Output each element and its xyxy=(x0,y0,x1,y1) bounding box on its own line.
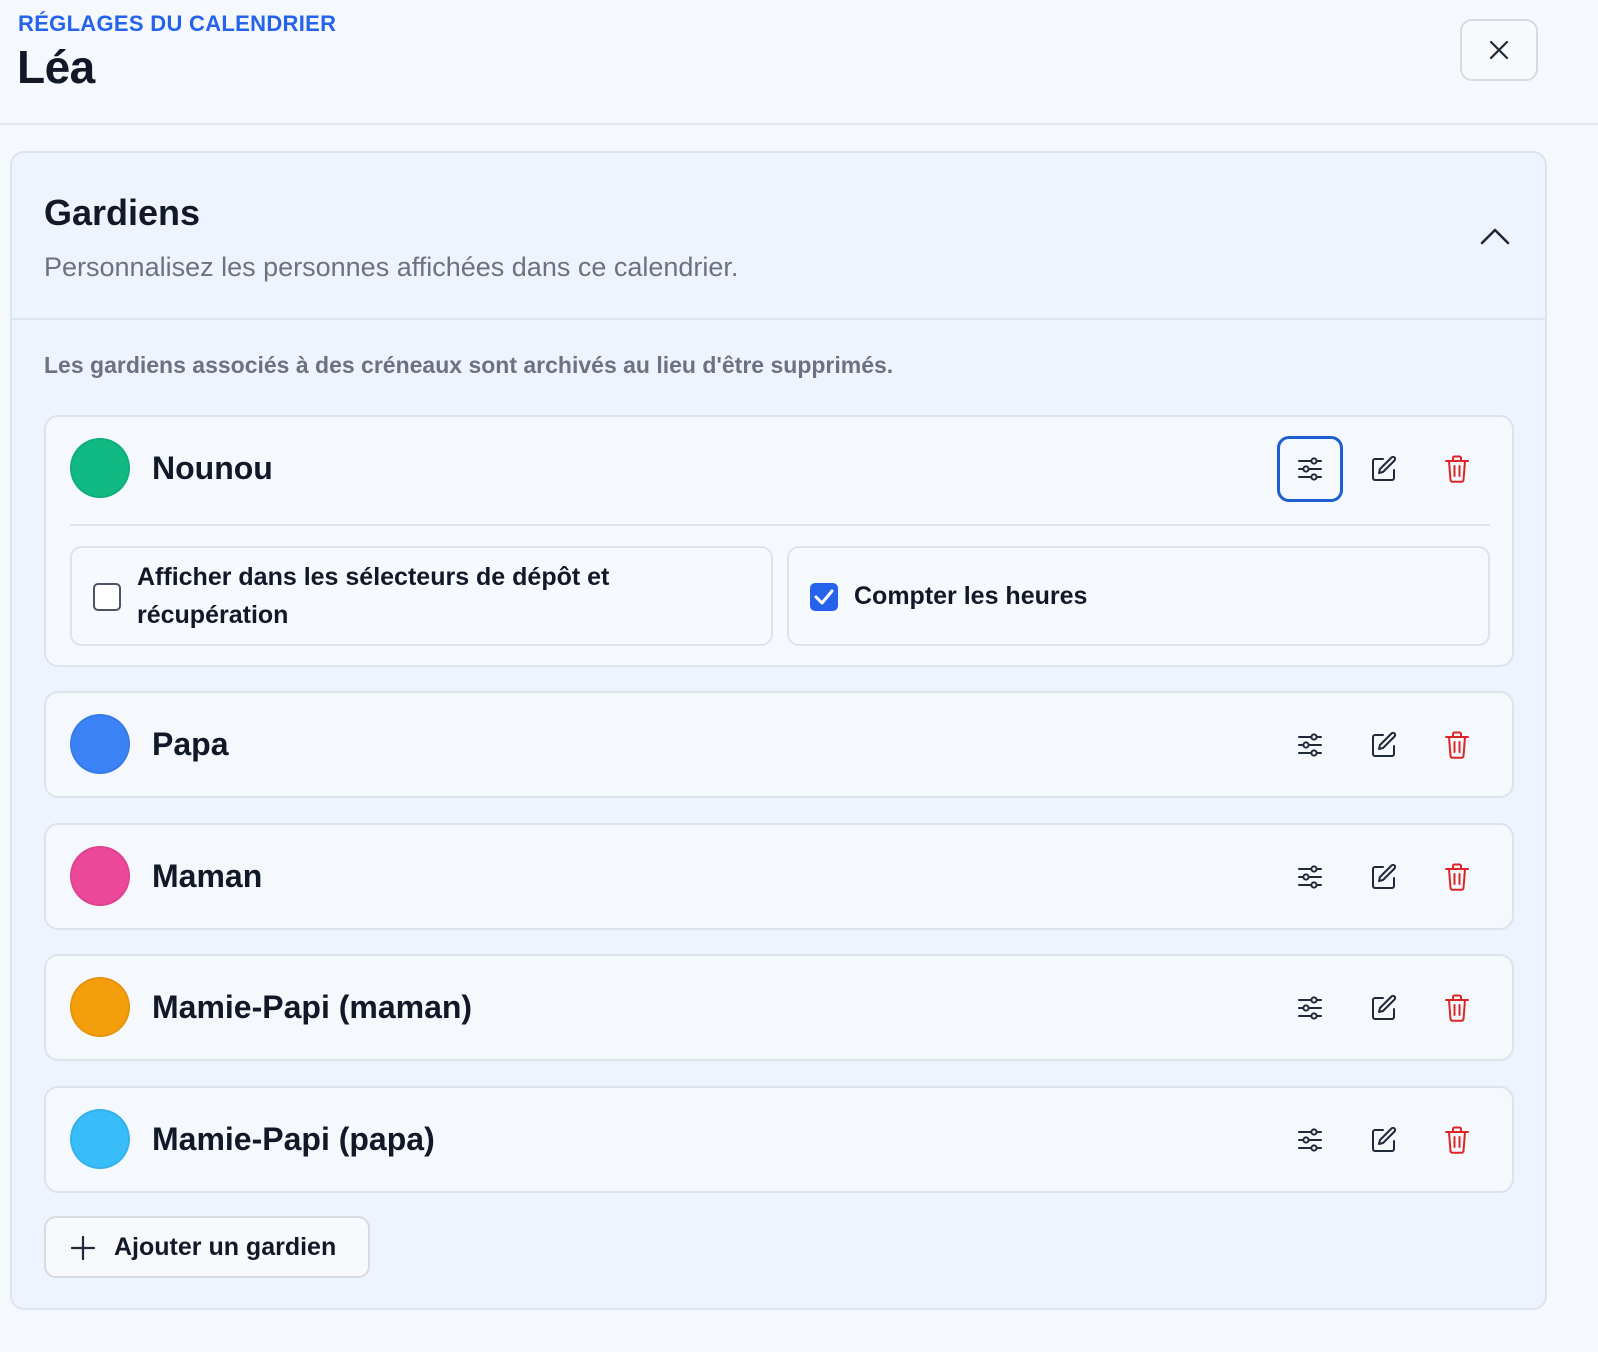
guardian-delete-button[interactable] xyxy=(1424,975,1490,1041)
guardian-color-dot xyxy=(70,1109,130,1169)
sliders-icon xyxy=(1298,996,1322,1020)
guardian-card: Papa xyxy=(44,691,1514,798)
pencil-icon xyxy=(1372,455,1397,481)
guardian-delete-button[interactable] xyxy=(1424,436,1490,502)
guardian-name: Mamie-Papi (maman) xyxy=(152,989,473,1025)
show-in-selectors-checkbox[interactable] xyxy=(93,583,121,611)
page-title: Léa xyxy=(17,41,95,93)
guardian-name: Maman xyxy=(152,858,263,894)
show-in-selectors-label: Afficher dans les sélecteurs de dépôt et… xyxy=(137,563,610,629)
close-button[interactable] xyxy=(1460,19,1538,81)
guardian-settings-button[interactable] xyxy=(1277,844,1343,910)
guardians-section: Gardiens Personnalisez les personnes aff… xyxy=(10,151,1547,1310)
trash-icon xyxy=(1445,1126,1469,1154)
guardian-delete-button[interactable] xyxy=(1424,712,1490,778)
guardian-edit-button[interactable] xyxy=(1351,712,1417,778)
check-icon xyxy=(814,589,834,605)
guardian-color-dot xyxy=(70,714,130,774)
pencil-icon xyxy=(1372,863,1397,889)
guardian-name: Nounou xyxy=(152,450,273,486)
guardian-name: Mamie-Papi (papa) xyxy=(152,1121,435,1157)
pencil-icon xyxy=(1372,994,1397,1020)
guardian-color-dot xyxy=(70,438,130,498)
guardian-edit-button[interactable] xyxy=(1351,975,1417,1041)
guardian-edit-button[interactable] xyxy=(1351,436,1417,502)
guardian-color-dot xyxy=(70,846,130,906)
trash-icon xyxy=(1445,731,1469,759)
trash-icon xyxy=(1445,455,1469,483)
guardian-settings-button[interactable] xyxy=(1277,712,1343,778)
pencil-icon xyxy=(1372,1126,1397,1152)
section-subtitle: Personnalisez les personnes affichées da… xyxy=(44,252,739,282)
guardian-color-dot xyxy=(70,977,130,1037)
chevron-up-icon[interactable] xyxy=(1477,221,1513,251)
guardian-card: Maman xyxy=(44,823,1514,930)
add-guardian-label: Ajouter un gardien xyxy=(114,1233,337,1261)
guardian-card: Mamie-Papi (maman) xyxy=(44,954,1514,1061)
card-divider xyxy=(70,524,1490,526)
guardian-settings-button[interactable] xyxy=(1277,975,1343,1041)
trash-icon xyxy=(1445,863,1469,891)
guardian-delete-button[interactable] xyxy=(1424,844,1490,910)
sliders-icon xyxy=(1298,865,1322,889)
section-title: Gardiens xyxy=(44,192,201,233)
count-hours-label: Compter les heures xyxy=(854,582,1088,610)
guardian-card: Mamie-Papi (papa) xyxy=(44,1086,1514,1193)
count-hours-option[interactable]: Compter les heures xyxy=(787,546,1490,646)
sliders-icon xyxy=(1298,733,1322,757)
add-guardian-button[interactable]: Ajouter un gardien xyxy=(44,1216,370,1278)
close-icon xyxy=(1489,40,1509,60)
guardian-edit-button[interactable] xyxy=(1351,1107,1417,1173)
trash-icon xyxy=(1445,994,1469,1022)
guardian-card: Nounou Afficher dans les sélecteurs de d… xyxy=(44,415,1514,667)
sliders-icon xyxy=(1298,1128,1322,1152)
pencil-icon xyxy=(1372,731,1397,757)
section-header[interactable]: Gardiens Personnalisez les personnes aff… xyxy=(12,153,1545,320)
guardian-edit-button[interactable] xyxy=(1351,844,1417,910)
header-eyebrow: RÉGLAGES DU CALENDRIER xyxy=(18,11,337,36)
archive-note: Les gardiens associés à des créneaux son… xyxy=(44,352,894,378)
dialog-header: RÉGLAGES DU CALENDRIER Léa xyxy=(0,0,1598,125)
plus-icon xyxy=(70,1235,96,1261)
count-hours-checkbox[interactable] xyxy=(810,583,838,611)
guardian-delete-button[interactable] xyxy=(1424,1107,1490,1173)
show-in-selectors-option[interactable]: Afficher dans les sélecteurs de dépôt et… xyxy=(70,546,773,646)
guardian-name: Papa xyxy=(152,726,229,762)
guardian-settings-button[interactable] xyxy=(1277,436,1343,502)
guardian-settings-button[interactable] xyxy=(1277,1107,1343,1173)
sliders-icon xyxy=(1298,457,1322,481)
